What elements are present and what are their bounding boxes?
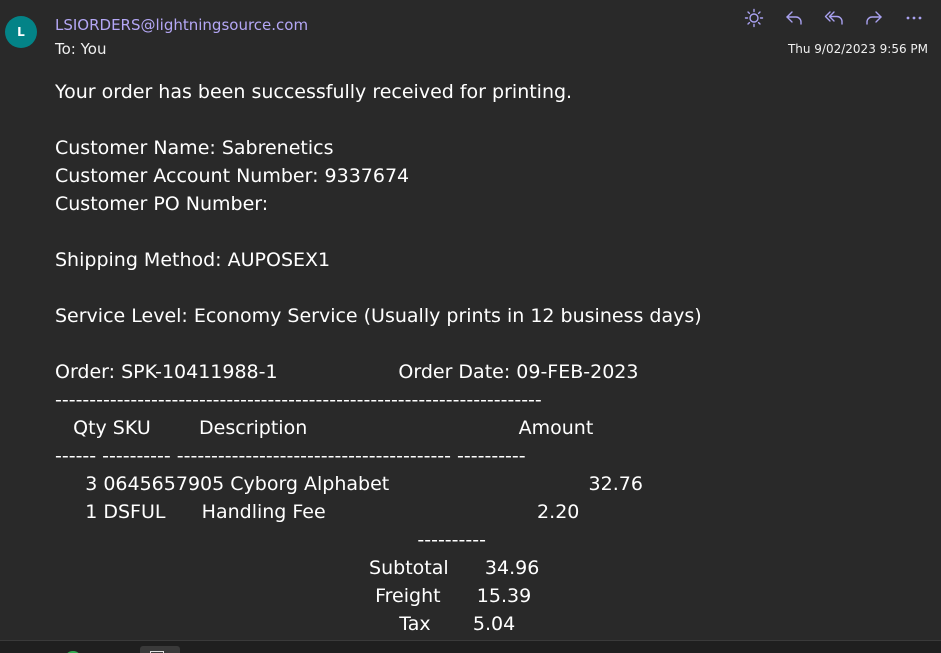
sender-avatar[interactable]: L [5,16,37,48]
avatar-initial: L [17,25,25,39]
reply-all-icon[interactable] [815,6,853,30]
sender-address[interactable]: LSIORDERS@lightningsource.com [55,16,308,34]
forward-icon[interactable] [855,6,893,30]
recipient-line: To: You [55,40,107,58]
email-body: Your order has been successfully receive… [55,81,702,635]
window-icon[interactable] [140,646,180,653]
message-timestamp: Thu 9/02/2023 9:56 PM [787,42,928,56]
reply-icon[interactable] [775,6,813,30]
sun-icon[interactable] [735,6,773,30]
email-reading-pane: L LSIORDERS@lightningsource.com To: You [0,0,941,653]
more-icon[interactable] [895,6,933,30]
message-toolbar [735,6,933,30]
bottom-taskbar [0,640,941,653]
